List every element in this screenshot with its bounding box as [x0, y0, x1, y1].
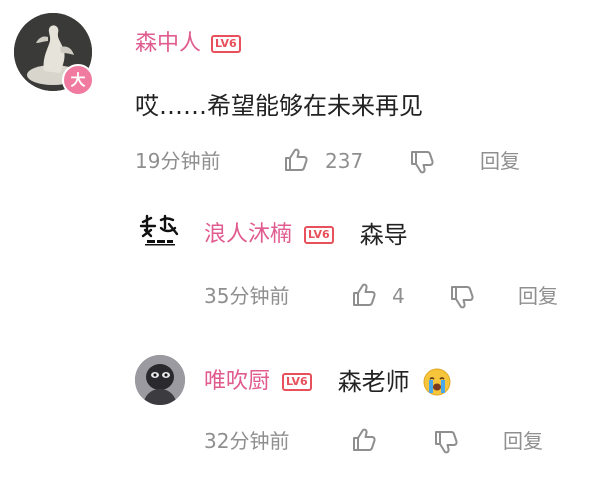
dislike-button[interactable] — [448, 283, 476, 311]
reply-time: 32分钟前 — [204, 429, 290, 453]
level-badge: LV6 — [304, 226, 334, 244]
reply-username[interactable]: 浪人沐楠 — [204, 221, 292, 249]
level-badge: LV6 — [282, 373, 312, 391]
thumbs-down-icon — [435, 431, 458, 454]
commenter-username[interactable]: 森中人 — [135, 30, 201, 58]
reply-button[interactable]: 回复 — [480, 148, 520, 174]
thumbs-down-icon — [411, 151, 434, 174]
calligraphy-logo-avatar-image — [135, 208, 185, 258]
reply-avatar[interactable] — [135, 355, 185, 405]
reply-avatar[interactable] — [135, 208, 185, 258]
like-button[interactable] — [282, 146, 310, 174]
comment-time: 19分钟前 — [135, 149, 221, 173]
thumbs-down-icon — [451, 286, 474, 309]
thumbs-up-icon — [353, 428, 376, 451]
comment-text: 哎……希望能够在未来再见 — [135, 92, 423, 120]
like-count: 237 — [325, 149, 364, 173]
photo-avatar-image — [135, 355, 185, 405]
thumbs-up-icon — [353, 283, 376, 306]
reply-text: 森导 — [359, 221, 408, 249]
reply-header: 浪人沐楠 LV6 森导 — [204, 220, 408, 250]
like-button[interactable] — [350, 281, 378, 309]
comment-header: 森中人 LV6 — [135, 30, 241, 58]
level-badge: LV6 — [211, 35, 241, 53]
like-count: 4 — [392, 284, 405, 308]
dislike-button[interactable] — [408, 148, 436, 176]
creator-badge: 大 — [62, 64, 94, 96]
like-button[interactable] — [350, 426, 378, 454]
reply-time: 35分钟前 — [204, 284, 290, 308]
thumbs-up-icon — [285, 148, 308, 171]
reply-username[interactable]: 唯吹厨 — [204, 368, 270, 396]
reply-button[interactable]: 回复 — [518, 283, 558, 309]
reply-button[interactable]: 回复 — [503, 428, 543, 454]
reply-header: 唯吹厨 LV6 森老师 — [204, 367, 452, 397]
crying-face-emoji-icon — [422, 367, 452, 397]
dislike-button[interactable] — [432, 428, 460, 456]
reply-text: 森老师 — [337, 368, 410, 396]
